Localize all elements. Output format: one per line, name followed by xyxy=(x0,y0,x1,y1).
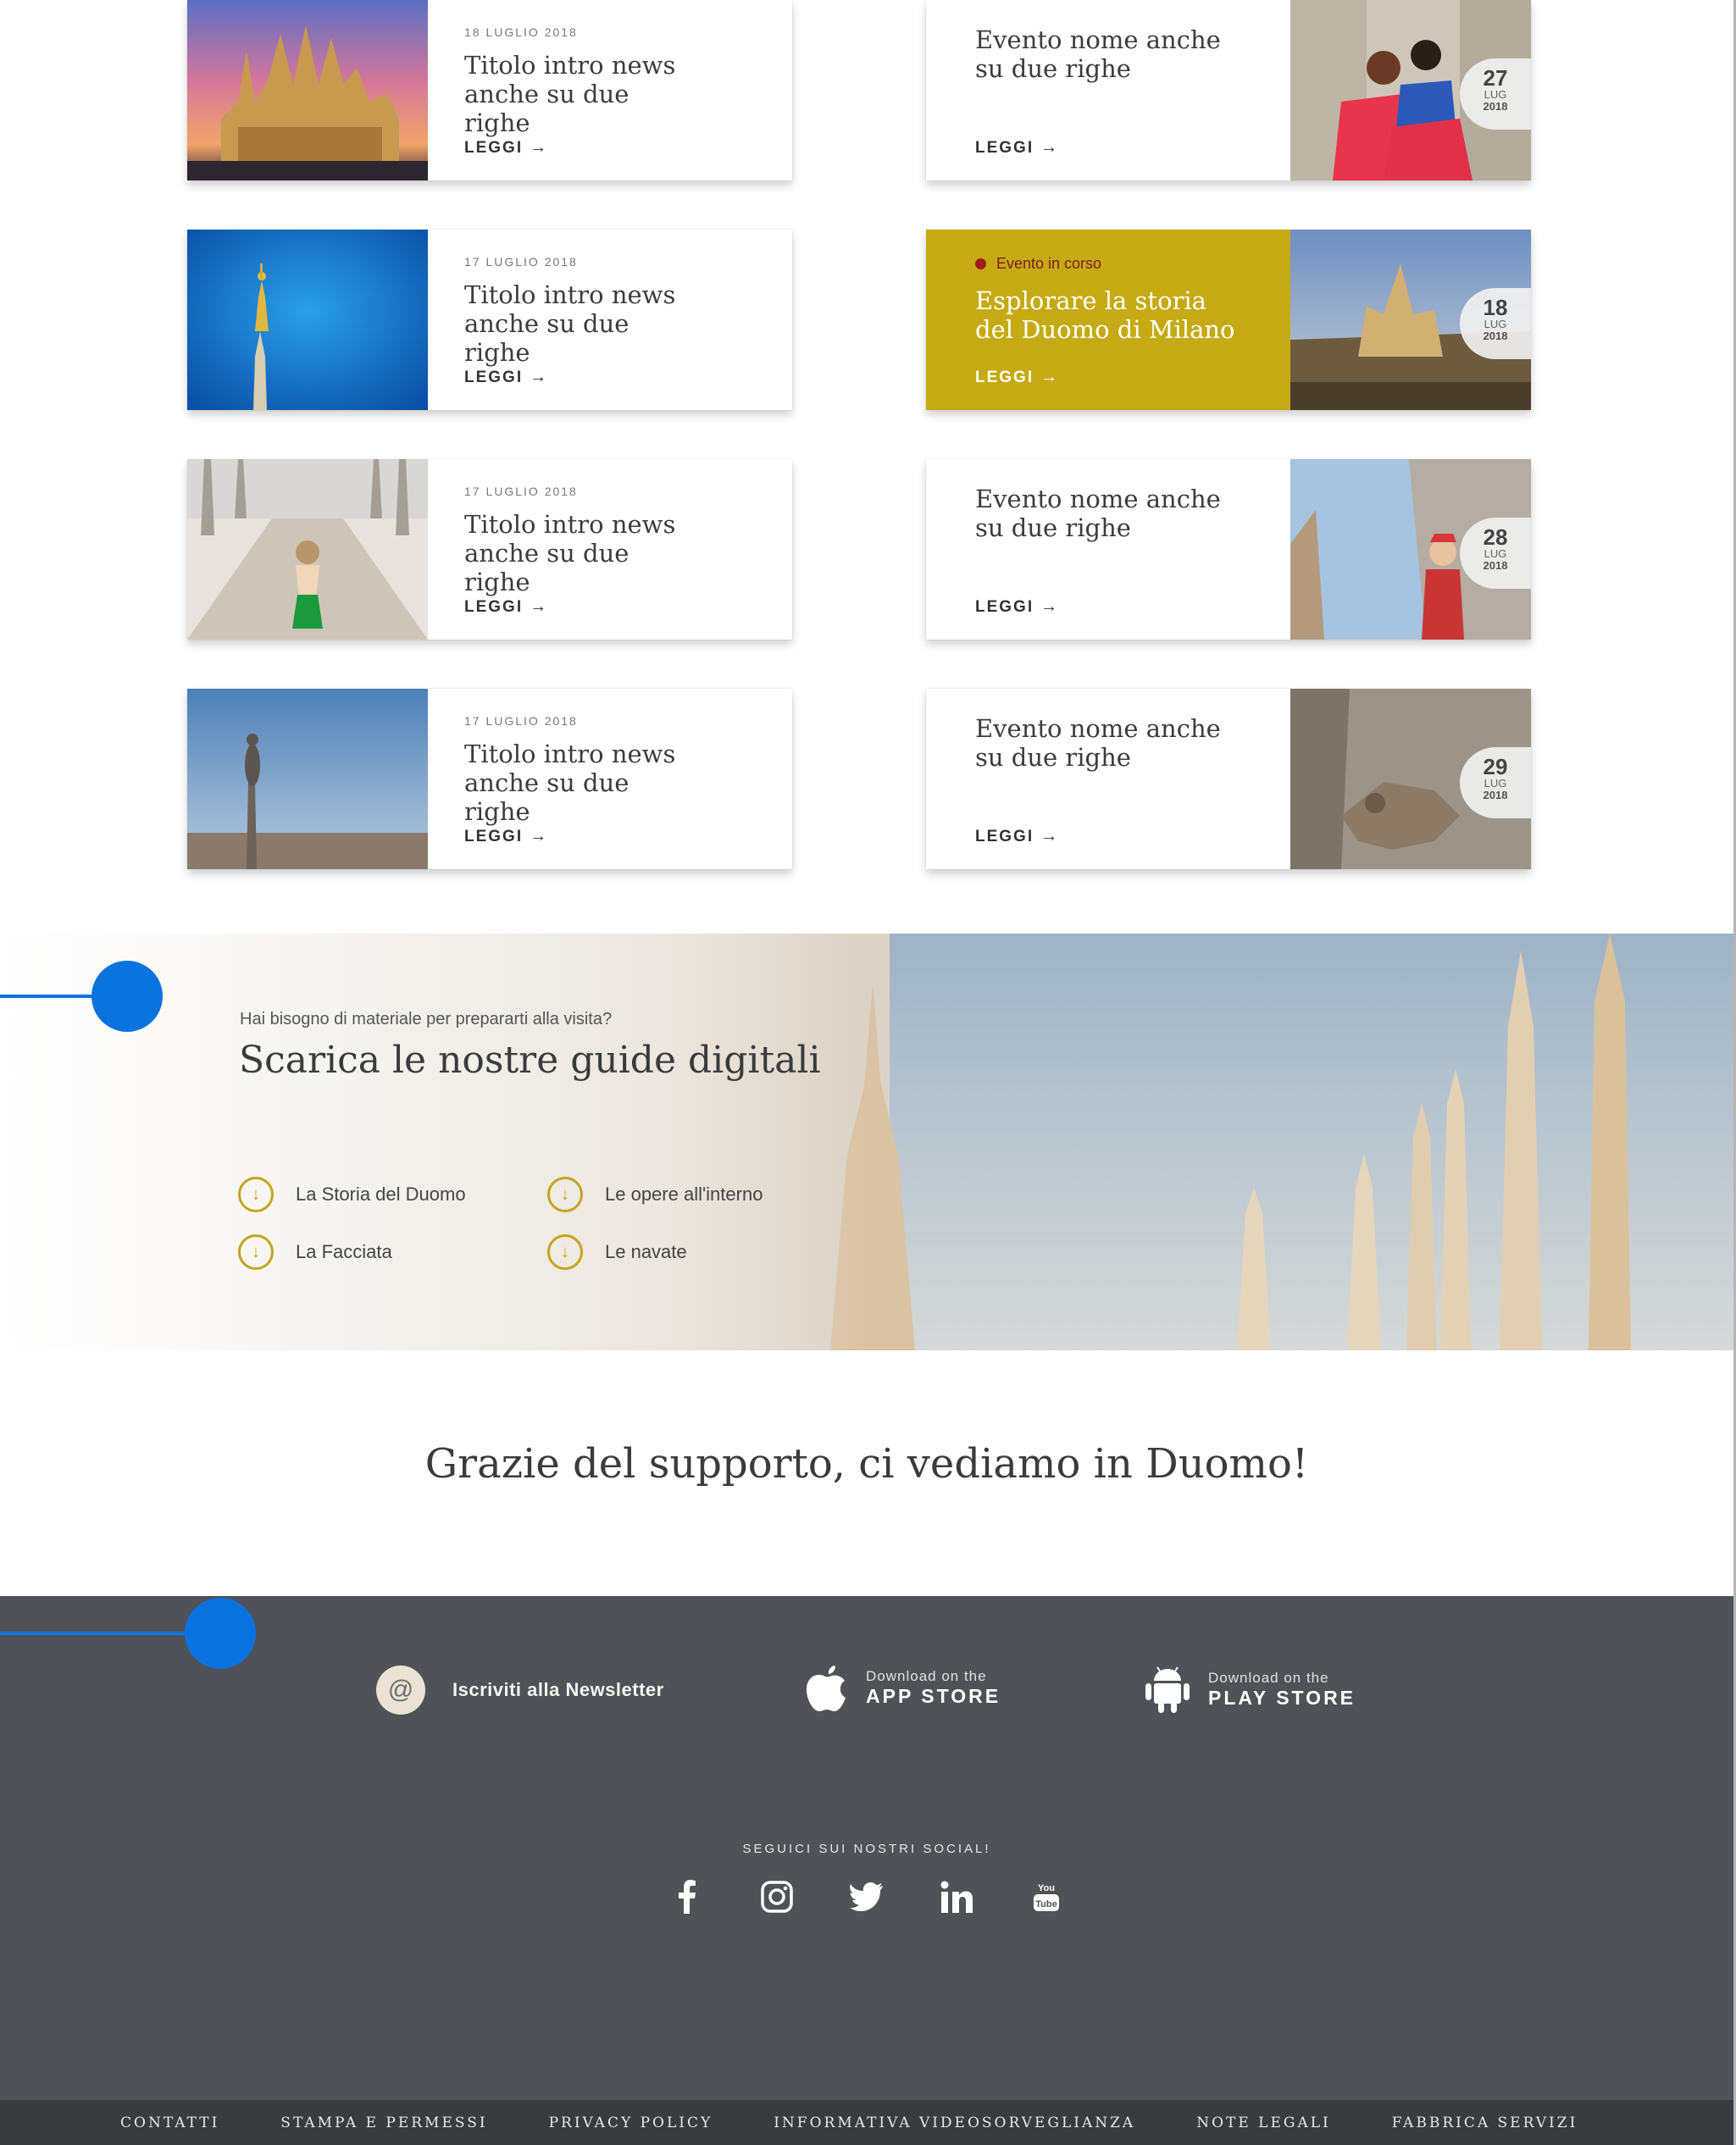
arrow-right-icon: → xyxy=(1040,827,1060,845)
event-date-badge: 27 LUG 2018 xyxy=(1460,58,1531,130)
guide-download-opere[interactable]: ↓ Le opere all'interno xyxy=(547,1176,763,1213)
footer-bottom-bar: CONTATTI STAMPA E PERMESSI PRIVACY POLIC… xyxy=(0,2100,1733,2145)
read-more-link[interactable]: LEGGI → xyxy=(464,368,548,387)
read-more-link[interactable]: LEGGI → xyxy=(464,827,548,846)
news-image xyxy=(187,459,428,640)
arrow-right-icon: → xyxy=(1040,368,1060,386)
guides-heading: Scarica le nostre guide digitali xyxy=(239,1039,821,1082)
news-image xyxy=(187,230,428,410)
event-image: 28 LUG 2018 xyxy=(1290,459,1531,640)
at-sign-icon: @ xyxy=(376,1666,425,1715)
news-title: Titolo intro news anche su due righe xyxy=(464,510,676,596)
social-links: You Tube xyxy=(0,1876,1733,1918)
read-more-link[interactable]: LEGGI → xyxy=(464,597,548,617)
news-card[interactable]: 17 LUGLIO 2018 Titolo intro news anche s… xyxy=(187,689,792,869)
footer-link-videosorveglianza[interactable]: INFORMATIVA VIDEOSORVEGLIANZA xyxy=(774,2115,1135,2131)
news-date: 18 LUGLIO 2018 xyxy=(464,25,578,39)
thanks-message: Grazie del supporto, ci vediamo in Duomo… xyxy=(424,1440,1309,1488)
news-image xyxy=(187,689,428,869)
section-marker-line xyxy=(0,1632,186,1635)
news-date: 17 LUGLIO 2018 xyxy=(464,255,578,269)
news-title: Titolo intro news anche su due righe xyxy=(464,740,676,826)
event-title: Esplorare la storia del Duomo di Milano xyxy=(975,286,1235,344)
event-title: Evento nome anche su due righe xyxy=(975,714,1221,772)
play-store-link[interactable]: Download on the PLAY STORE xyxy=(1144,1664,1356,1715)
download-icon: ↓ xyxy=(238,1234,274,1270)
read-more-link[interactable]: LEGGI → xyxy=(975,827,1059,846)
news-title: Titolo intro news anche su due righe xyxy=(464,51,676,137)
section-marker-line xyxy=(0,995,93,998)
news-card[interactable]: 17 LUGLIO 2018 Titolo intro news anche s… xyxy=(187,230,792,410)
newsletter-link[interactable]: @ Iscriviti alla Newsletter xyxy=(376,1666,664,1715)
event-card-featured[interactable]: Evento in corso Esplorare la storia del … xyxy=(926,230,1531,410)
guides-banner: Hai bisogno di materiale per prepararti … xyxy=(0,934,1733,1350)
event-card[interactable]: Evento nome anche su due righe LEGGI → 28… xyxy=(926,459,1531,640)
android-icon xyxy=(1145,1666,1190,1713)
footer-link-contatti[interactable]: CONTATTI xyxy=(120,2115,219,2131)
read-more-link[interactable]: LEGGI → xyxy=(975,597,1059,617)
live-status: Evento in corso xyxy=(975,255,1290,273)
arrow-right-icon: → xyxy=(1040,138,1060,157)
event-title: Evento nome anche su due righe xyxy=(975,485,1221,542)
instagram-icon[interactable] xyxy=(756,1876,798,1918)
guide-download-storia[interactable]: ↓ La Storia del Duomo xyxy=(238,1176,466,1213)
event-image: 27 LUG 2018 xyxy=(1290,0,1531,180)
event-image: 29 LUG 2018 xyxy=(1290,689,1531,869)
arrow-right-icon: → xyxy=(530,138,549,157)
news-title: Titolo intro news anche su due righe xyxy=(464,280,676,367)
arrow-right-icon: → xyxy=(1040,597,1060,616)
facebook-icon[interactable] xyxy=(666,1876,708,1918)
svg-text:You: You xyxy=(1038,1883,1055,1893)
guide-download-navate[interactable]: ↓ Le navate xyxy=(547,1233,687,1271)
arrow-right-icon: → xyxy=(530,368,549,386)
youtube-icon[interactable]: You Tube xyxy=(1025,1876,1068,1918)
event-card[interactable]: Evento nome anche su due righe LEGGI → 27… xyxy=(926,0,1531,180)
news-card[interactable]: 18 LUGLIO 2018 Titolo intro news anche s… xyxy=(187,0,792,180)
twitter-icon[interactable] xyxy=(846,1876,888,1918)
download-icon: ↓ xyxy=(238,1177,274,1212)
app-store-link[interactable]: Download on the APP STORE xyxy=(801,1662,1001,1713)
footer-link-note-legali[interactable]: NOTE LEGALI xyxy=(1196,2115,1331,2131)
download-icon: ↓ xyxy=(547,1177,583,1212)
read-more-link[interactable]: LEGGI → xyxy=(975,368,1059,387)
news-date: 17 LUGLIO 2018 xyxy=(464,714,578,728)
download-icon: ↓ xyxy=(547,1234,583,1270)
event-date-badge: 29 LUG 2018 xyxy=(1460,747,1531,818)
event-image: 18 LUG 2018 xyxy=(1290,230,1531,410)
event-date-badge: 18 LUG 2018 xyxy=(1460,288,1531,359)
news-date: 17 LUGLIO 2018 xyxy=(464,485,578,498)
svg-text:Tube: Tube xyxy=(1035,1899,1057,1909)
linkedin-icon[interactable] xyxy=(935,1876,978,1918)
event-card[interactable]: Evento nome anche su due righe LEGGI → 29… xyxy=(926,689,1531,869)
social-title: SEGUICI SUI NOSTRI SOCIAL! xyxy=(742,1842,991,1856)
guide-download-facciata[interactable]: ↓ La Facciata xyxy=(238,1233,392,1271)
news-card[interactable]: 17 LUGLIO 2018 Titolo intro news anche s… xyxy=(187,459,792,640)
event-title: Evento nome anche su due righe xyxy=(975,25,1221,83)
footer-link-privacy[interactable]: PRIVACY POLICY xyxy=(549,2115,713,2131)
arrow-right-icon: → xyxy=(530,597,549,616)
guides-kicker: Hai bisogno di materiale per prepararti … xyxy=(240,1010,613,1028)
event-date-badge: 28 LUG 2018 xyxy=(1460,518,1531,589)
apple-icon xyxy=(806,1666,846,1711)
section-marker-dot xyxy=(92,961,163,1032)
news-image xyxy=(187,0,428,180)
footer-link-stampa[interactable]: STAMPA E PERMESSI xyxy=(280,2115,487,2131)
footer-link-fabbrica[interactable]: FABBRICA SERVIZI xyxy=(1392,2115,1578,2131)
cathedral-spires-background xyxy=(0,934,1733,1350)
read-more-link[interactable]: LEGGI → xyxy=(975,138,1059,158)
live-dot-icon xyxy=(975,258,986,269)
section-marker-dot xyxy=(185,1598,256,1669)
read-more-link[interactable]: LEGGI → xyxy=(464,138,548,158)
footer: @ Iscriviti alla Newsletter Download on … xyxy=(0,1596,1733,2100)
arrow-right-icon: → xyxy=(530,827,549,845)
